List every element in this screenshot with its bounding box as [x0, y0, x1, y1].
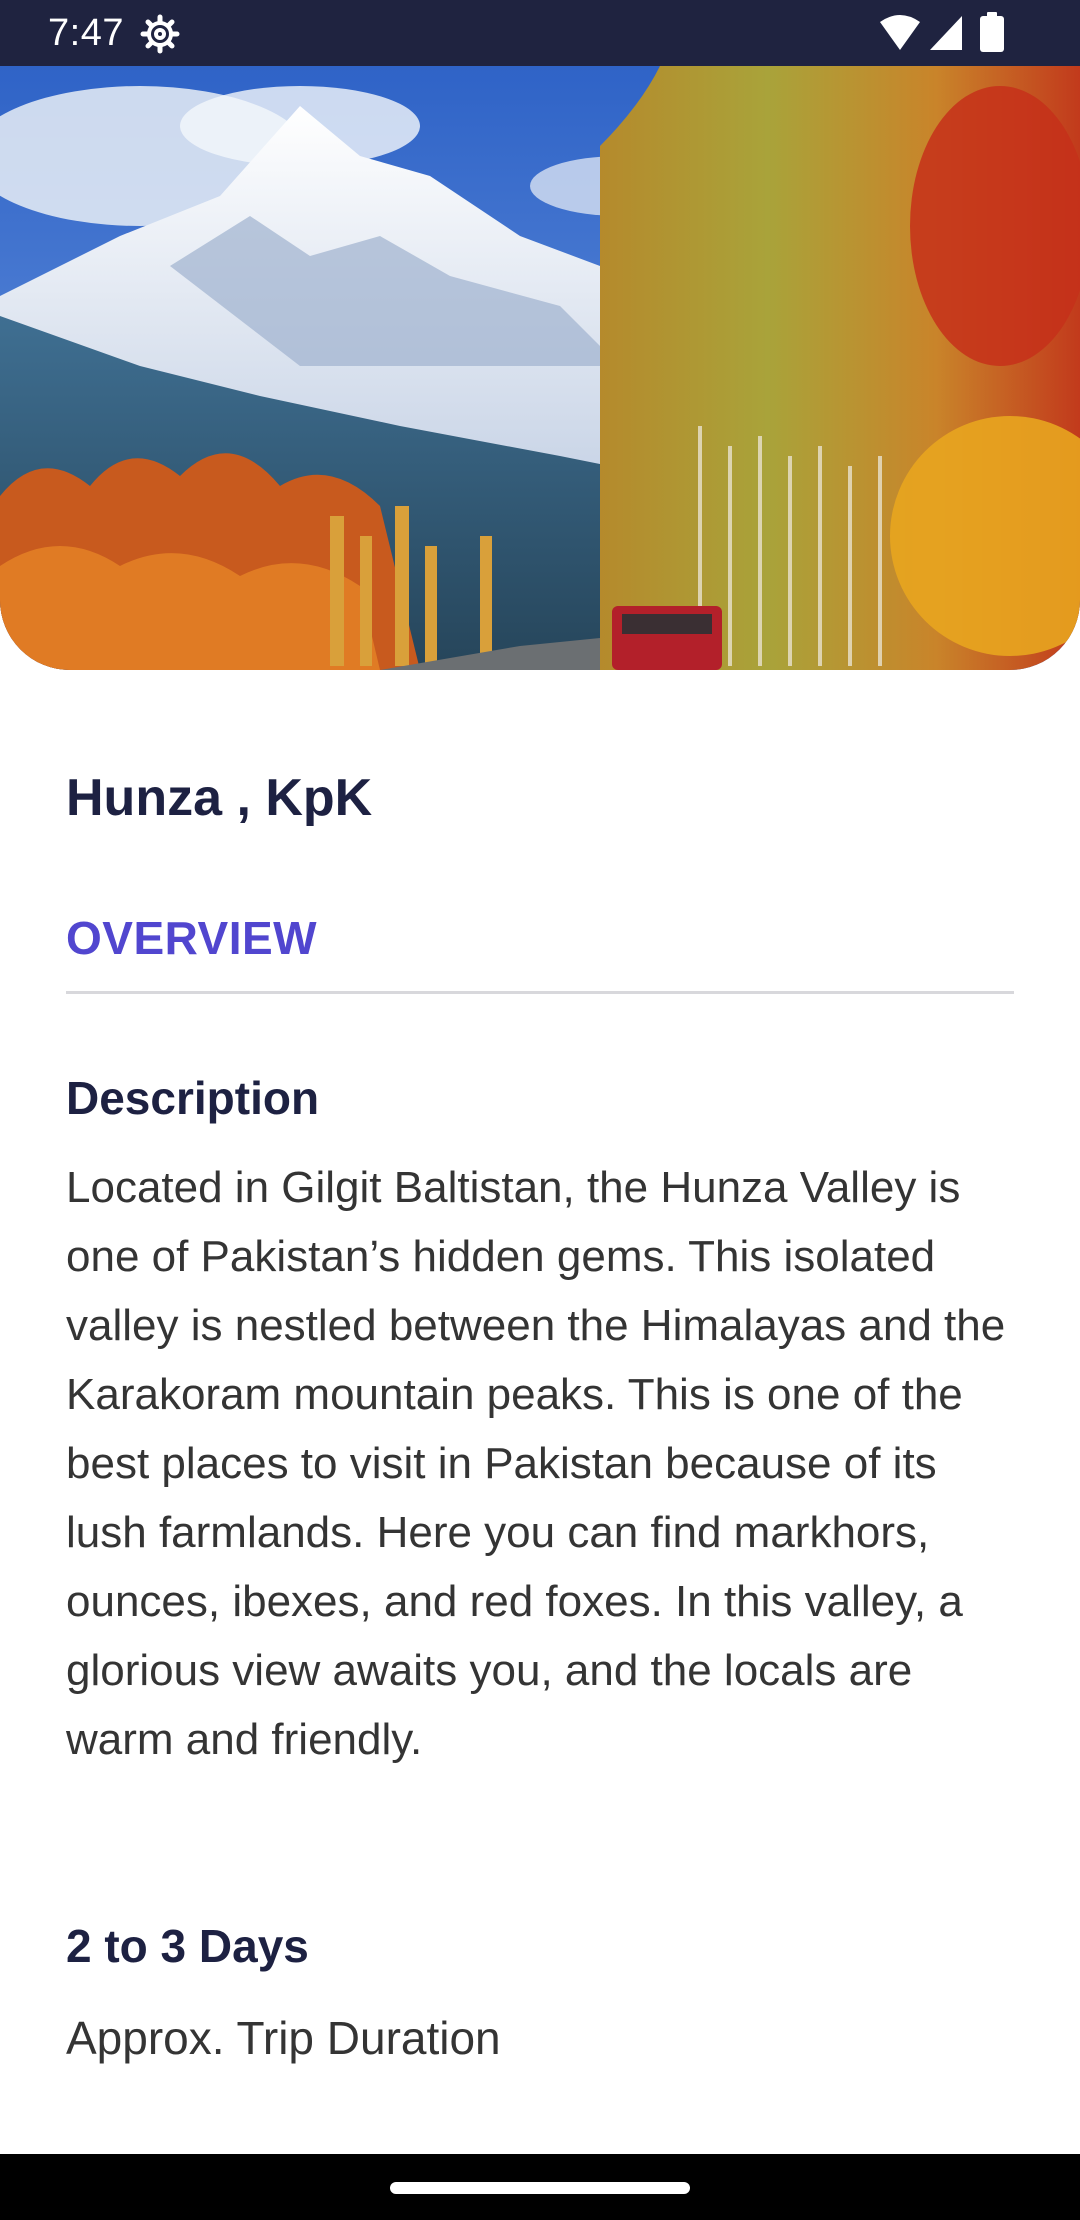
tab-overview[interactable]: OVERVIEW [66, 906, 317, 970]
trip-duration-value: 2 to 3 Days [66, 1920, 309, 1972]
home-gesture-handle[interactable] [390, 2182, 690, 2194]
status-time: 7:47 [48, 12, 124, 54]
signal-icon [930, 16, 962, 50]
hero-image [0, 66, 1080, 670]
place-title: Hunza , KpK [66, 769, 373, 827]
navigation-bar [0, 2154, 1080, 2220]
wifi-icon [880, 15, 920, 50]
status-bar: 7:47 [0, 0, 1080, 66]
description-heading: Description [66, 1072, 320, 1124]
battery-icon [980, 12, 1004, 52]
description-text: Located in Gilgit Baltistan, the Hunza V… [66, 1163, 1006, 1764]
gear-icon [140, 14, 180, 54]
trip-duration-label: Approx. Trip Duration [66, 2012, 501, 2064]
tab-divider [66, 991, 1014, 994]
